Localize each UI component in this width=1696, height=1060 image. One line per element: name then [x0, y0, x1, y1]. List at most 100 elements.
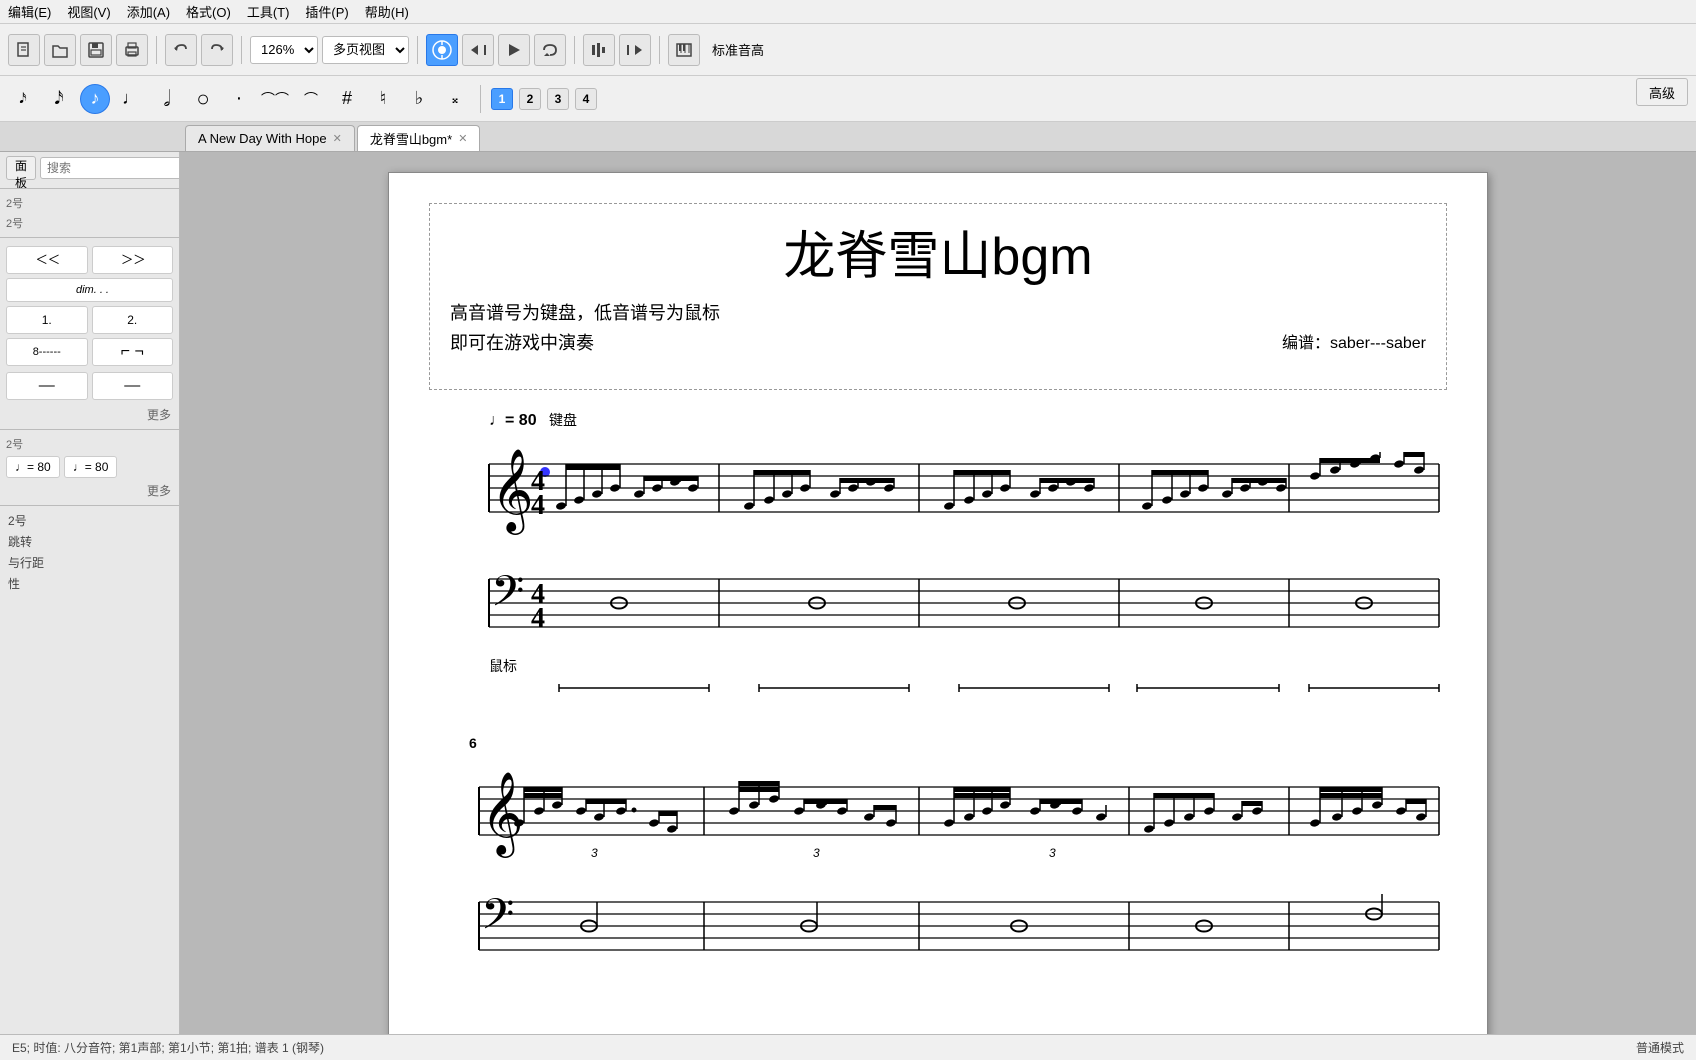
art-rep2[interactable]: 2. — [92, 306, 174, 334]
statusbar-left: E5; 时值: 八分音符; 第1声部; 第1小节; 第1拍; 谱表 1 (钢琴) — [12, 1039, 324, 1056]
menu-view[interactable]: 视图(V) — [67, 2, 110, 21]
art-line1[interactable]: — — [6, 372, 88, 400]
bass-staff-2: 𝄢 — [429, 882, 1449, 972]
brackets-1 — [429, 680, 1449, 700]
tab-close-longji[interactable]: ✕ — [458, 132, 467, 145]
mixer-button[interactable] — [426, 34, 458, 66]
score-area[interactable]: 龙脊雪山bgm 高音谱号为键盘，低音谱号为鼠标 即可在游戏中演奏 编谱：sabe… — [180, 152, 1696, 1034]
panel-divider-2 — [0, 237, 179, 238]
tie-btn[interactable]: ⌒⌒ — [260, 84, 290, 114]
tempo-row: ♩= 80 ♩= 80 — [0, 454, 179, 480]
rhythm-button[interactable] — [583, 34, 615, 66]
menu-edit[interactable]: 编辑(E) — [8, 2, 51, 21]
rewind-button[interactable] — [462, 34, 494, 66]
dblsharp-btn[interactable]: 𝄪 — [440, 84, 470, 114]
print-button[interactable] — [116, 34, 148, 66]
tempo-item-1[interactable]: ♩= 80 — [6, 456, 60, 478]
voice-2-btn[interactable]: 2 — [519, 88, 541, 110]
menu-format[interactable]: 格式(O) — [186, 2, 231, 21]
tab-new-day[interactable]: A New Day With Hope ✕ — [185, 125, 355, 151]
prop-item-3[interactable]: 与行距 — [0, 552, 179, 573]
score-title: 龙脊雪山bgm — [450, 214, 1426, 289]
search-input[interactable] — [40, 157, 180, 179]
art-line2[interactable]: — — [92, 372, 174, 400]
left-panel: 面板 ✕ 2号 2号 < < > > dim. . . 1. 2. 8-----… — [0, 152, 180, 1034]
prop-item-4[interactable]: 性 — [0, 573, 179, 594]
keyboard-label: 键盘 — [549, 412, 577, 428]
art-decresc[interactable]: > > — [92, 246, 174, 274]
section-label-1: 2号 — [0, 193, 179, 213]
treble-staff-1: 𝄞 4 4 — [429, 434, 1449, 554]
menu-help[interactable]: 帮助(H) — [365, 2, 409, 21]
half-note-btn[interactable]: 𝅗𝅥 — [152, 84, 182, 114]
panel-divider-1 — [0, 188, 179, 189]
tempo-item-2[interactable]: ♩= 80 — [64, 456, 118, 478]
art-bracket[interactable]: ⌐ ¬ — [92, 338, 174, 366]
sep-6 — [480, 85, 481, 113]
treble-staff-2: 𝄞 — [429, 757, 1449, 877]
svg-text:𝄞: 𝄞 — [481, 772, 524, 858]
voice-1-btn[interactable]: 1 — [491, 88, 513, 110]
flat-btn[interactable]: ♭ — [404, 84, 434, 114]
menu-plugins[interactable]: 插件(P) — [305, 2, 348, 21]
view-mode-select[interactable]: 多页视图 单页视图 — [322, 36, 409, 64]
tab-longji[interactable]: 龙脊雪山bgm* ✕ — [357, 125, 481, 151]
art-cresc[interactable]: < < — [6, 246, 88, 274]
tab-label-new-day: A New Day With Hope — [198, 131, 327, 146]
panel-divider-3 — [0, 429, 179, 430]
eighth-note-btn[interactable]: ♪ — [80, 84, 110, 114]
play-button[interactable] — [498, 34, 530, 66]
dot-btn[interactable]: · — [224, 84, 254, 114]
score-arranger: 编谱：saber---saber — [450, 329, 1426, 353]
score-page: 龙脊雪山bgm 高音谱号为键盘，低音谱号为鼠标 即可在游戏中演奏 编谱：sabe… — [388, 172, 1488, 1034]
advanced-button[interactable]: 高级 — [1636, 78, 1688, 106]
tab-close-new-day[interactable]: ✕ — [333, 132, 342, 145]
prop-item-2[interactable]: 跳转 — [0, 531, 179, 552]
tab-label-longji: 龙脊雪山bgm* — [370, 129, 452, 148]
music-system-1: ♩= 80 键盘 𝄞 4 4 — [429, 410, 1447, 705]
zoom-select[interactable]: 126% 100% 150% — [250, 36, 318, 64]
sep-3 — [417, 36, 418, 64]
more-btn-2[interactable]: 更多 — [0, 480, 179, 501]
menu-add[interactable]: 添加(A) — [127, 2, 170, 21]
mouse-label: 鼠标 — [489, 656, 1447, 676]
music-system-2: 6 𝄞 — [429, 735, 1447, 977]
svg-text:3: 3 — [813, 846, 820, 860]
statusbar: E5; 时值: 八分音符; 第1声部; 第1小节; 第1拍; 谱表 1 (钢琴)… — [0, 1034, 1696, 1060]
sep-1 — [156, 36, 157, 64]
std-pitch-label: 标准音高 — [712, 40, 764, 59]
prop-item-1[interactable]: 2号 — [0, 510, 179, 531]
art-octave8[interactable]: 8------ — [6, 338, 88, 366]
save-button[interactable] — [80, 34, 112, 66]
redo-button[interactable] — [201, 34, 233, 66]
section-label-2: 2号 — [0, 213, 179, 233]
tab-bar: A New Day With Hope ✕ 龙脊雪山bgm* ✕ — [0, 122, 1696, 152]
new-button[interactable] — [8, 34, 40, 66]
grace-note-btn[interactable]: 𝅘𝅥𝅯 — [8, 84, 38, 114]
sixteenth-note-btn[interactable]: 𝅘𝅥𝅯 — [44, 84, 74, 114]
voice-3-btn[interactable]: 3 — [547, 88, 569, 110]
menu-tools[interactable]: 工具(T) — [247, 2, 290, 21]
statusbar-right: 普通模式 — [1636, 1039, 1684, 1056]
panel-toggle-btn[interactable]: 面板 — [6, 156, 36, 180]
voice-4-btn[interactable]: 4 — [575, 88, 597, 110]
undo-button[interactable] — [165, 34, 197, 66]
note-toolbar: 𝅘𝅥𝅯 𝅘𝅥𝅯 ♪ ♩ 𝅗𝅥 ○ · ⌒⌒ ⌒ # ♮ ♭ 𝄪 1 2 3 4 — [0, 76, 1696, 122]
articulation-grid: < < > > — [0, 242, 179, 278]
title-box: 龙脊雪山bgm 高音谱号为键盘，低音谱号为鼠标 即可在游戏中演奏 编谱：sabe… — [429, 203, 1447, 390]
natural-btn[interactable]: ♮ — [368, 84, 398, 114]
art-dim[interactable]: dim. . . — [6, 278, 173, 302]
slur-btn[interactable]: ⌒ — [296, 84, 326, 114]
quarter-note-btn[interactable]: ♩ — [116, 84, 146, 114]
whole-note-btn[interactable]: ○ — [188, 84, 218, 114]
panel-header: 面板 ✕ — [0, 152, 179, 184]
open-button[interactable] — [44, 34, 76, 66]
svg-text:4: 4 — [531, 603, 545, 634]
more-btn-1[interactable]: 更多 — [0, 404, 179, 425]
piano-button[interactable] — [668, 34, 700, 66]
art-rep1[interactable]: 1. — [6, 306, 88, 334]
bass-staff-1: 𝄢 4 4 — [429, 559, 1449, 659]
forward-button[interactable] — [619, 34, 651, 66]
sharp-btn[interactable]: # — [332, 84, 362, 114]
loop-button[interactable] — [534, 34, 566, 66]
